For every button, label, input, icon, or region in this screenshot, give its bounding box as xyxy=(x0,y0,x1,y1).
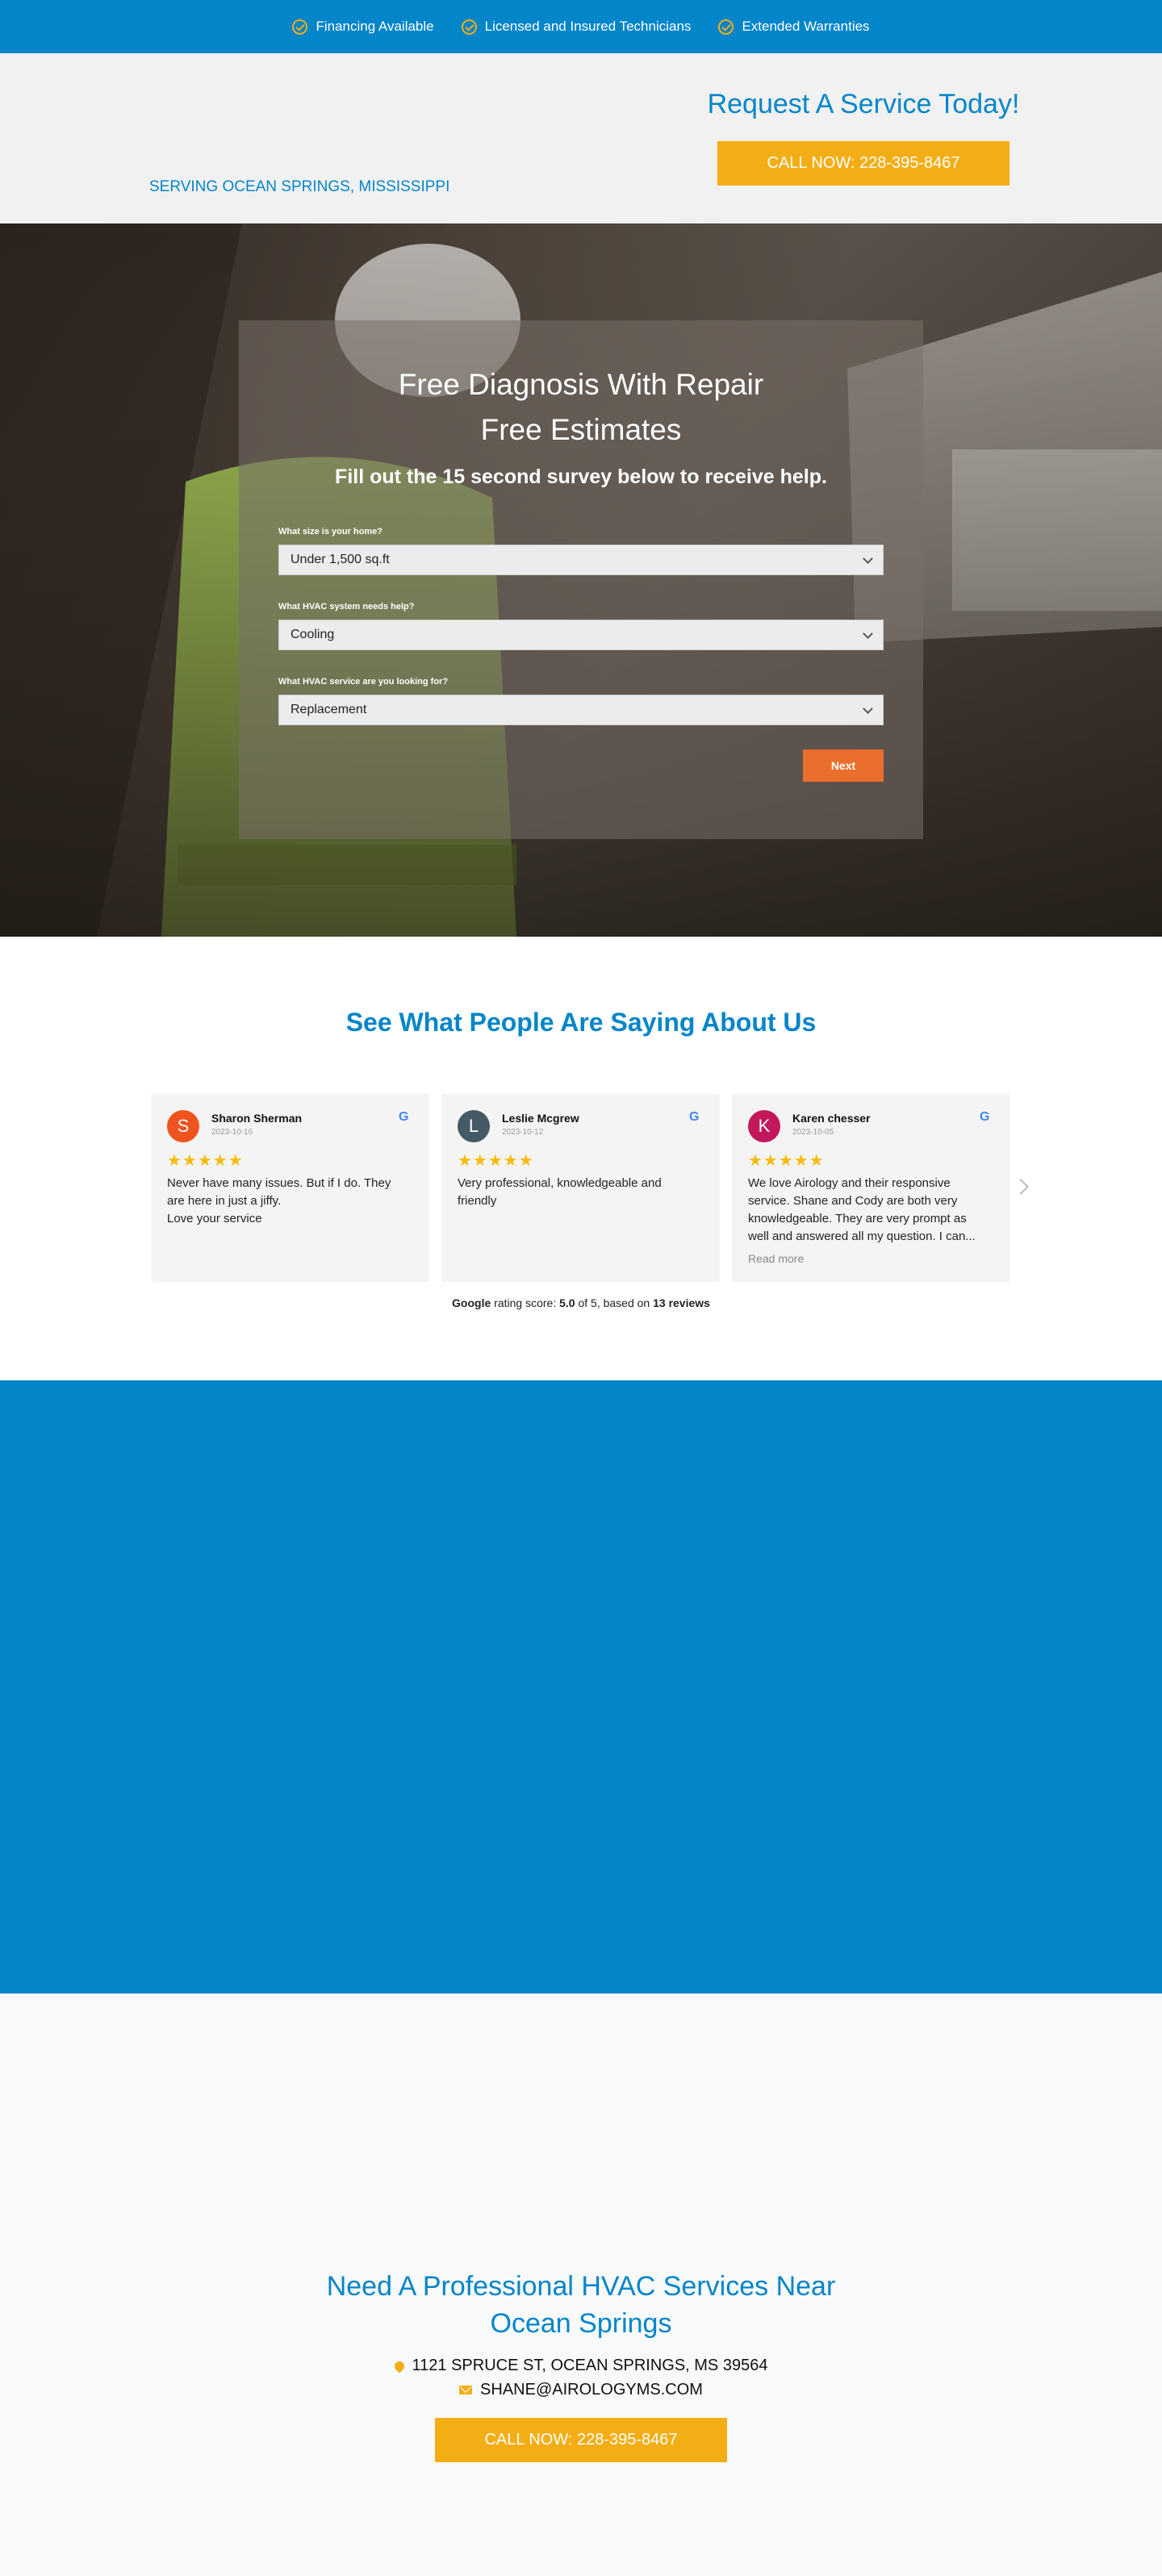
chevron-down-icon xyxy=(863,628,873,639)
chevron-down-icon xyxy=(863,553,873,564)
rating-score: 5.0 xyxy=(559,1296,575,1309)
rating-count: 13 reviews xyxy=(653,1296,710,1309)
address-text: 1121 SPRUCE ST, OCEAN SPRINGS, MS 39564 xyxy=(412,2357,768,2374)
hero-title: Free Diagnosis With Repair Free Estimate… xyxy=(239,362,923,453)
rating-source: Google xyxy=(452,1296,491,1309)
email-text[interactable]: SHANE@AIROLOGYMS.COM xyxy=(480,2381,703,2399)
email-line: SHANE@AIROLOGYMS.COM xyxy=(0,2381,1162,2399)
hvac-service-label: What HVAC service are you looking for? xyxy=(278,677,449,687)
address-line: 1121 SPRUCE ST, OCEAN SPRINGS, MS 39564 xyxy=(0,2357,1162,2375)
review-date: 2023-10-16 xyxy=(211,1128,253,1137)
topbar-item-licensed: Licensed and Insured Technicians xyxy=(461,19,692,35)
call-now-button[interactable]: CALL NOW: 228-395-8467 xyxy=(717,141,1009,186)
topbar-item-financing: Financing Available xyxy=(292,19,434,35)
hero-title-line1: Free Diagnosis With Repair xyxy=(398,368,764,401)
star-rating: ★★★★★ xyxy=(748,1152,825,1170)
site-header: SERVING OCEAN SPRINGS, MISSISSIPPI Reque… xyxy=(0,53,1162,223)
google-icon: G xyxy=(399,1110,409,1124)
review-text: Never have many issues. But if I do. The… xyxy=(167,1176,391,1225)
check-circle-icon xyxy=(461,19,477,35)
review-card: S Sharon Sherman 2023-10-16 G ★★★★★ Neve… xyxy=(151,1094,429,1282)
star-rating: ★★★★★ xyxy=(458,1152,534,1170)
home-size-select[interactable]: Under 1,500 sq.ft xyxy=(278,545,884,575)
hvac-system-label: What HVAC system needs help? xyxy=(278,602,415,612)
select-value: Under 1,500 sq.ft xyxy=(290,553,390,566)
review-text: We love Airology and their responsive se… xyxy=(748,1176,976,1243)
home-size-label: What size is your home? xyxy=(278,527,382,536)
reviewer-name: Sharon Sherman xyxy=(211,1112,303,1125)
avatar: L xyxy=(458,1110,490,1142)
review-date: 2023-10-12 xyxy=(502,1128,544,1137)
topbar-label: Financing Available xyxy=(316,19,434,34)
rating-text: rating score: xyxy=(491,1296,560,1309)
survey-form: Free Diagnosis With Repair Free Estimate… xyxy=(239,320,923,839)
rating-summary: Google rating score: 5.0 of 5, based on … xyxy=(0,1296,1162,1309)
hero-section: Free Diagnosis With Repair Free Estimate… xyxy=(0,223,1162,937)
avatar: S xyxy=(167,1110,199,1142)
envelope-icon xyxy=(459,2386,473,2394)
carousel-next-icon[interactable] xyxy=(1013,1179,1029,1195)
review-card: L Leslie Mcgrew 2023-10-12 G ★★★★★ Very … xyxy=(441,1094,720,1282)
topbar-label: Licensed and Insured Technicians xyxy=(484,19,692,34)
reviews-section: See What People Are Saying About Us S Sh… xyxy=(0,937,1162,1380)
select-value: Cooling xyxy=(290,628,335,641)
review-card: K Karen chesser 2023-10-05 G ★★★★★ We lo… xyxy=(732,1094,1010,1282)
hero-title-line2: Free Estimates xyxy=(480,413,682,446)
hvac-system-select[interactable]: Cooling xyxy=(278,620,884,650)
read-more-link[interactable]: Read more xyxy=(748,1252,804,1265)
top-bar: Financing Available Licensed and Insured… xyxy=(0,0,1162,53)
select-value: Replacement xyxy=(290,703,367,716)
reviews-heading: See What People Are Saying About Us xyxy=(345,1008,817,1037)
avatar: K xyxy=(748,1110,780,1142)
hvac-service-select[interactable]: Replacement xyxy=(278,695,884,725)
check-circle-icon xyxy=(292,19,308,35)
topbar-item-warranties: Extended Warranties xyxy=(718,19,870,35)
rating-text: of 5, based on xyxy=(575,1296,654,1309)
star-rating: ★★★★★ xyxy=(167,1152,244,1170)
service-area-text: SERVING OCEAN SPRINGS, MISSISSIPPI xyxy=(149,178,450,195)
blue-banner xyxy=(0,1380,1162,1994)
contact-heading: Need A Professional HVAC Services Near O… xyxy=(326,2271,836,2339)
reviewer-name: Karen chesser xyxy=(792,1112,871,1125)
topbar-label: Extended Warranties xyxy=(742,19,870,34)
map-pin-icon xyxy=(392,2359,407,2373)
check-circle-icon xyxy=(718,19,734,35)
next-button[interactable]: Next xyxy=(803,749,884,782)
google-icon: G xyxy=(980,1110,990,1124)
review-text: Very professional, knowledgeable and fri… xyxy=(458,1176,662,1208)
request-service-heading: Request A Service Today! xyxy=(707,89,1020,119)
call-now-button[interactable]: CALL NOW: 228-395-8467 xyxy=(435,2418,727,2462)
review-date: 2023-10-05 xyxy=(792,1128,834,1137)
reviewer-name: Leslie Mcgrew xyxy=(502,1112,579,1125)
google-icon: G xyxy=(689,1110,700,1124)
contact-section: Need A Professional HVAC Services Near O… xyxy=(0,1994,1162,2576)
chevron-down-icon xyxy=(863,703,873,714)
hero-subtitle: Fill out the 15 second survey below to r… xyxy=(335,466,827,488)
